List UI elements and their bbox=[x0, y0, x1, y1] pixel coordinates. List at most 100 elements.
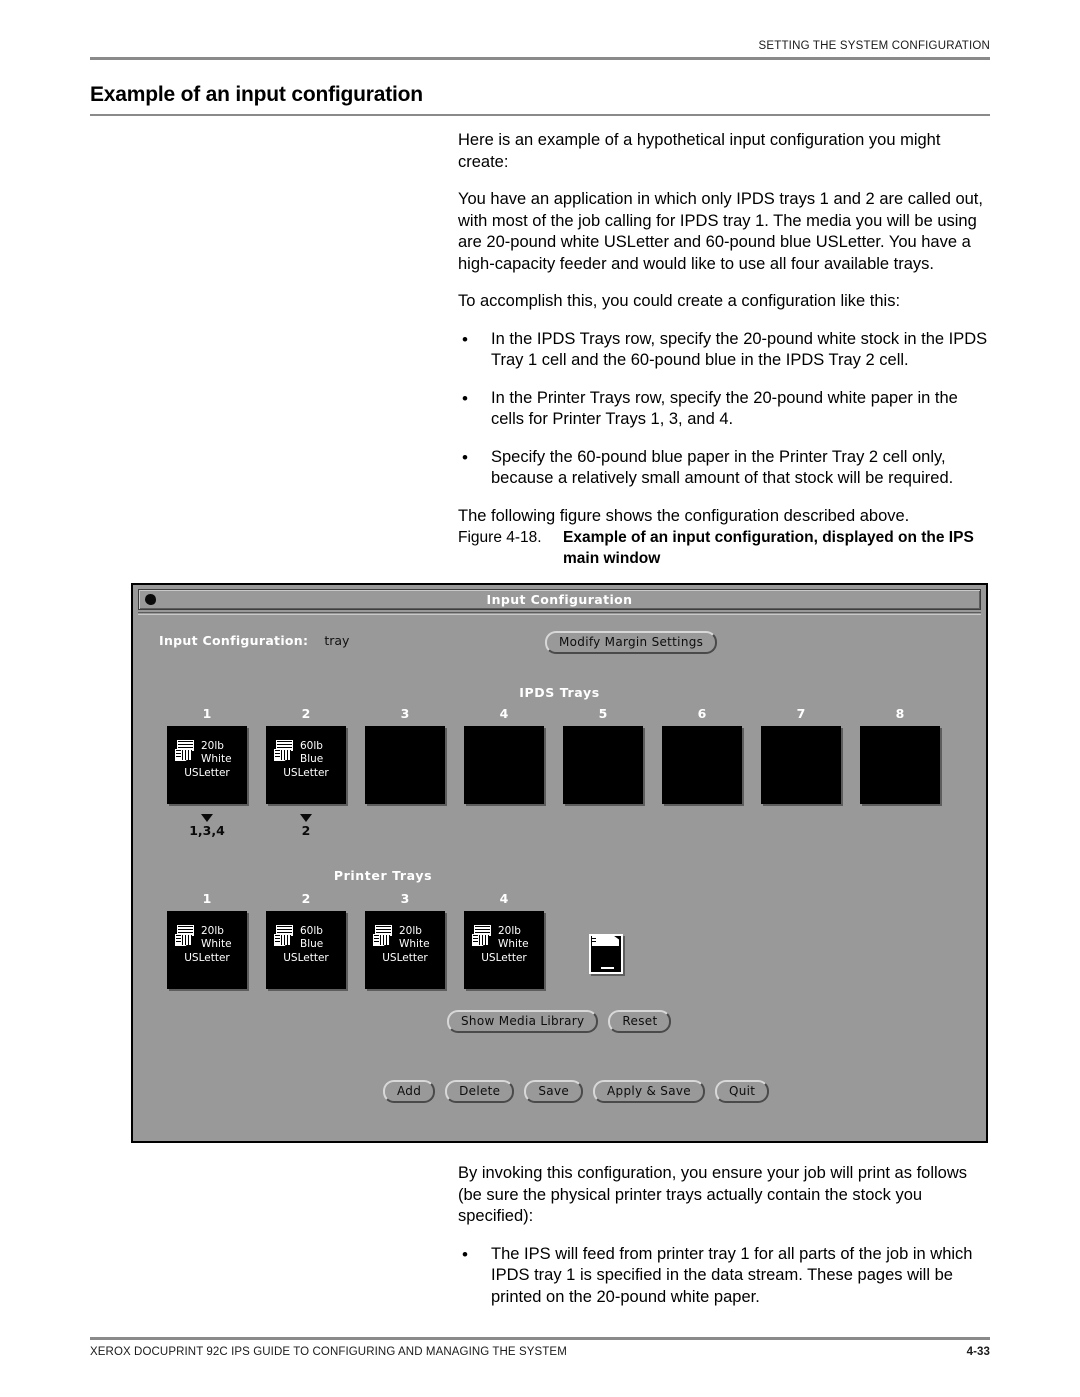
tray-mapping-label: 2 bbox=[301, 823, 311, 838]
triangle-down-icon bbox=[300, 814, 312, 822]
media-size: USLetter bbox=[184, 952, 230, 964]
paragraph: Here is an example of a hypothetical inp… bbox=[458, 131, 941, 171]
media-size: USLetter bbox=[184, 767, 230, 779]
add-button[interactable]: Add bbox=[383, 1080, 436, 1103]
ipds-tray-number: 6 bbox=[697, 706, 707, 721]
window-title: Input Configuration bbox=[486, 592, 633, 607]
paragraph: You have an application in which only IP… bbox=[458, 190, 983, 273]
page-footer: XEROX DOCUPRINT 92C IPS GUIDE TO CONFIGU… bbox=[90, 1337, 990, 1358]
ipds-tray-cell[interactable] bbox=[860, 726, 940, 804]
ipds-tray-number: 8 bbox=[895, 706, 905, 721]
bullet-marker: • bbox=[462, 388, 468, 408]
printer-tray-cell[interactable]: 20lb White USLetter bbox=[365, 911, 445, 989]
show-media-library-button[interactable]: Show Media Library bbox=[447, 1010, 599, 1033]
media-size: USLetter bbox=[283, 952, 329, 964]
paper-stack-icon bbox=[472, 925, 494, 949]
paper-stack-icon bbox=[274, 740, 296, 764]
delete-button[interactable]: Delete bbox=[445, 1080, 515, 1103]
footer-text: XEROX DOCUPRINT 92C IPS GUIDE TO CONFIGU… bbox=[90, 1346, 567, 1358]
media-weight: 60lb bbox=[300, 740, 323, 752]
ipds-tray-cell[interactable] bbox=[464, 726, 544, 804]
quit-button[interactable]: Quit bbox=[714, 1080, 770, 1103]
paper-stack-icon bbox=[175, 925, 197, 949]
media-library-book-icon[interactable] bbox=[585, 930, 627, 978]
media-weight: 60lb bbox=[300, 925, 323, 937]
media-weight: 20lb bbox=[201, 740, 224, 752]
paragraph: By invoking this configuration, you ensu… bbox=[458, 1164, 968, 1225]
ipds-tray-cell[interactable] bbox=[761, 726, 841, 804]
paper-stack-icon bbox=[373, 925, 395, 949]
bullet-marker: • bbox=[462, 329, 468, 349]
save-button[interactable]: Save bbox=[524, 1080, 584, 1103]
ipds-tray-number: 4 bbox=[499, 706, 509, 721]
ipds-tray-cell[interactable]: 60lb Blue USLetter bbox=[266, 726, 346, 804]
input-configuration-value[interactable]: tray bbox=[324, 633, 349, 648]
ipds-trays-heading: IPDS Trays bbox=[519, 685, 600, 700]
printer-tray-cell[interactable]: 20lb White USLetter bbox=[167, 911, 247, 989]
media-weight: 20lb bbox=[498, 925, 521, 937]
printer-tray-cell[interactable]: 60lb Blue USLetter bbox=[266, 911, 346, 989]
bullet-text: In the IPDS Trays row, specify the 20-po… bbox=[491, 329, 988, 370]
ipds-tray-number: 3 bbox=[400, 706, 410, 721]
printer-tray-number: 1 bbox=[202, 891, 212, 906]
page-header: SETTING THE SYSTEM CONFIGURATION bbox=[90, 40, 990, 60]
media-size: USLetter bbox=[382, 952, 428, 964]
tray-mapping-label: 1,3,4 bbox=[189, 823, 225, 838]
media-color: White bbox=[201, 938, 232, 950]
bullet-marker: • bbox=[462, 447, 468, 467]
reset-button[interactable]: Reset bbox=[608, 1010, 672, 1033]
tray-mapping-arrow: 2 bbox=[266, 814, 346, 838]
printer-tray-number: 3 bbox=[400, 891, 410, 906]
media-color: White bbox=[201, 753, 232, 765]
bullet-item: • Specify the 60-pound blue paper in the… bbox=[458, 447, 993, 490]
ipds-tray-number: 5 bbox=[598, 706, 608, 721]
printer-tray-cell[interactable]: 20lb White USLetter bbox=[464, 911, 544, 989]
running-head: SETTING THE SYSTEM CONFIGURATION bbox=[758, 40, 990, 52]
media-label: 20lb White USLetter bbox=[167, 925, 247, 965]
page-title: Example of an input configuration bbox=[90, 83, 423, 106]
window-titlebar: Input Configuration bbox=[138, 589, 981, 610]
action-button-row: Add Delete Save Apply & Save Quit bbox=[383, 1080, 770, 1103]
media-label: 20lb White USLetter bbox=[167, 740, 247, 780]
bullet-marker: • bbox=[462, 1244, 468, 1264]
bullet-item: • In the Printer Trays row, specify the … bbox=[458, 388, 993, 431]
media-color: Blue bbox=[300, 753, 324, 765]
media-button-row: Show Media Library Reset bbox=[447, 1010, 672, 1033]
header-rule bbox=[90, 57, 990, 60]
ipds-tray-cell[interactable] bbox=[365, 726, 445, 804]
bullet-item: • The IPS will feed from printer tray 1 … bbox=[458, 1244, 993, 1309]
figure-title: Example of an input configuration, displ… bbox=[563, 529, 974, 567]
media-color: White bbox=[498, 938, 529, 950]
section-title-block: Example of an input configuration bbox=[90, 83, 990, 116]
paragraph: To accomplish this, you could create a c… bbox=[458, 292, 901, 310]
body-column-bottom: By invoking this configuration, you ensu… bbox=[458, 1163, 993, 1324]
media-weight: 20lb bbox=[201, 925, 224, 937]
media-label: 20lb White USLetter bbox=[464, 925, 544, 965]
media-label: 60lb Blue USLetter bbox=[266, 740, 346, 780]
titlebar-divider bbox=[138, 612, 981, 615]
media-size: USLetter bbox=[283, 767, 329, 779]
title-rule bbox=[90, 114, 990, 116]
paragraph: The following figure shows the configura… bbox=[458, 506, 910, 525]
bullet-text: In the Printer Trays row, specify the 20… bbox=[491, 388, 958, 429]
ipds-tray-cell[interactable]: 20lb White USLetter bbox=[167, 726, 247, 804]
paper-stack-icon bbox=[175, 740, 197, 764]
page-number: 4-33 bbox=[966, 1346, 990, 1358]
modify-margin-settings-button[interactable]: Modify Margin Settings bbox=[545, 631, 718, 654]
ipds-tray-cell[interactable] bbox=[662, 726, 742, 804]
printer-tray-number: 2 bbox=[301, 891, 311, 906]
media-label: 60lb Blue USLetter bbox=[266, 925, 346, 965]
paper-stack-icon bbox=[274, 925, 296, 949]
apply-and-save-button[interactable]: Apply & Save bbox=[593, 1080, 705, 1103]
media-size: USLetter bbox=[481, 952, 527, 964]
tray-mapping-arrow: 1,3,4 bbox=[167, 814, 247, 838]
printer-trays-heading: Printer Trays bbox=[333, 868, 433, 883]
media-color: Blue bbox=[300, 938, 324, 950]
ipds-tray-number: 2 bbox=[301, 706, 311, 721]
printer-tray-number: 4 bbox=[499, 891, 509, 906]
bullet-item: • In the IPDS Trays row, specify the 20-… bbox=[458, 329, 993, 372]
bullet-text: Specify the 60-pound blue paper in the P… bbox=[491, 447, 954, 488]
bullet-text: The IPS will feed from printer tray 1 fo… bbox=[491, 1244, 973, 1306]
input-configuration-window: Input Configuration Input Configuration:… bbox=[131, 583, 988, 1143]
ipds-tray-cell[interactable] bbox=[563, 726, 643, 804]
